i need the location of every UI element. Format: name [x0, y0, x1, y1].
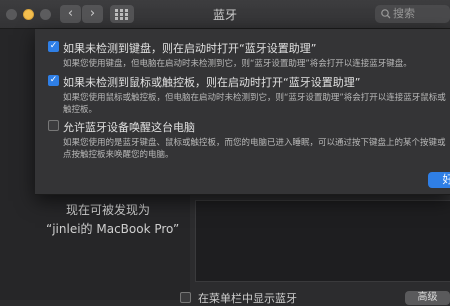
option-description: 如果您使用鼠标或触控板，但电脑在启动时未检测到它，则“蓝牙设置助理”将会打开以连…: [63, 93, 446, 115]
wake-computer-checkbox[interactable]: [48, 120, 59, 131]
show-in-menubar-label: 在菜单栏中显示蓝牙: [198, 292, 297, 305]
discoverable-label: 现在可被发现为: [66, 203, 151, 217]
advanced-button[interactable]: 高级: [405, 291, 450, 305]
option-label: 如果未检测到鼠标或触控板，则在启动时打开“蓝牙设置助理”: [63, 76, 361, 89]
checkmark-icon: ✓: [49, 41, 58, 51]
search-icon: [381, 9, 391, 19]
option-description: 如果您使用键盘，但电脑在启动时未检测到它，则“蓝牙设置助理”将会打开以连接蓝牙键…: [63, 59, 412, 69]
option-description: 如果您使用的是蓝牙键盘、鼠标或触控板，而您的电脑已进入睡眠，可以通过按下键盘上的…: [63, 138, 446, 160]
keyboard-assistant-checkbox[interactable]: ✓: [48, 41, 59, 52]
option-label: 允许蓝牙设备唤醒这台电脑: [63, 121, 195, 134]
advanced-settings-sheet: ✓ 如果未检测到键盘，则在启动时打开“蓝牙设置助理” 如果您使用键盘，但电脑在启…: [35, 29, 450, 195]
device-name: “jinlei的 MacBook Pro”: [46, 222, 180, 236]
option-label: 如果未检测到键盘，则在启动时打开“蓝牙设置助理”: [63, 42, 317, 55]
search-field[interactable]: 搜索: [375, 5, 450, 23]
checkmark-icon: ✓: [49, 75, 58, 85]
ok-button[interactable]: 好: [428, 172, 450, 188]
device-list[interactable]: [195, 200, 450, 282]
title-bar: ‹ › 蓝牙 搜索: [0, 0, 450, 29]
mouse-assistant-checkbox[interactable]: ✓: [48, 75, 59, 86]
show-in-menubar-checkbox[interactable]: [180, 292, 191, 303]
search-placeholder: 搜索: [393, 7, 415, 20]
